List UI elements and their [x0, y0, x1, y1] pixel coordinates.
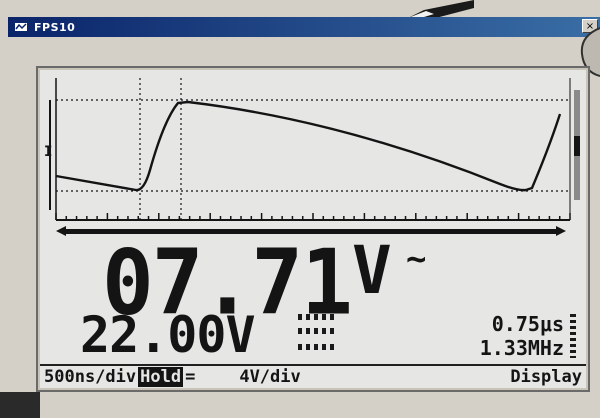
time-axis-ticks: [55, 213, 571, 220]
volts-per-div-button[interactable]: 4V/div: [239, 367, 300, 387]
waveform-trace: [55, 100, 562, 192]
equals-indicator: =: [185, 367, 196, 387]
hold-button[interactable]: Hold: [138, 367, 184, 387]
segment-dots-2: [298, 328, 338, 334]
main-voltage-unit: V: [352, 232, 392, 309]
window-title: FPS10: [34, 20, 76, 34]
ac-mode-symbol: ~: [406, 239, 427, 279]
scroll-arrow-right-icon: [556, 226, 566, 236]
timebase-button[interactable]: 500ns/div: [44, 367, 136, 387]
period-reading: 0.75μs: [491, 312, 564, 336]
side-segment-dots: [570, 314, 576, 358]
scroll-arrow-left-icon: [56, 226, 66, 236]
bottom-left-edge: [0, 392, 40, 418]
secondary-voltage-reading: 22.00V: [80, 306, 256, 364]
segment-dots-1: [298, 314, 338, 320]
status-bar: 500ns/div Hold = 4V/div Display: [40, 364, 586, 388]
window-titlebar[interactable]: FPS10 ×: [8, 17, 600, 37]
segment-dots-3: [298, 344, 338, 350]
lcd-display: I 07.71 V ~ 22.00V 0.75μs 1.33MHz 500ns/…: [40, 70, 586, 388]
trigger-marker-icon: I: [44, 144, 52, 160]
app-icon: [15, 23, 27, 31]
frequency-reading: 1.33MHz: [479, 336, 564, 360]
display-button[interactable]: Display: [510, 367, 582, 387]
scope-graph: I: [44, 78, 580, 236]
vertical-scroll-thumb: [574, 136, 580, 156]
